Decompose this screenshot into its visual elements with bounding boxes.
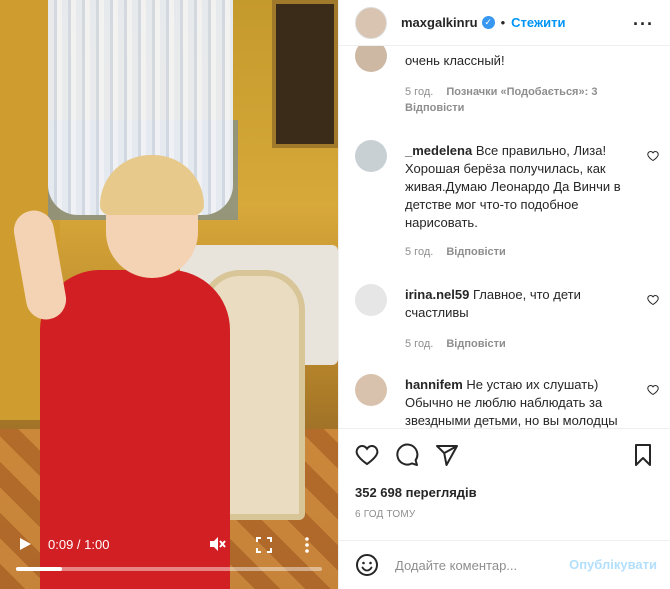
reply-button[interactable]: Відповісти bbox=[446, 246, 505, 258]
fullscreen-icon[interactable] bbox=[256, 537, 272, 553]
commenter-username[interactable]: hannifem bbox=[405, 377, 463, 392]
comments-list[interactable]: очень классный! 5 год. Позначки «Подобає… bbox=[339, 46, 670, 428]
comment-body: очень классный! bbox=[405, 53, 505, 68]
video-progress-fill bbox=[16, 567, 62, 571]
post-timestamp[interactable]: 6 ГОД ТОМУ bbox=[355, 509, 415, 520]
comment-bubble-icon[interactable] bbox=[395, 443, 419, 467]
comment-meta: 5 год. Позначки «Подобається»: 3 Відпові… bbox=[405, 84, 607, 116]
comment-text: irina.nel59 Главное, что дети счастливы bbox=[405, 286, 641, 322]
comment-time: 5 год. bbox=[405, 86, 434, 98]
commenter-avatar[interactable] bbox=[355, 46, 387, 72]
author-username[interactable]: maxgalkinru bbox=[401, 15, 478, 30]
video-player[interactable]: 0:09 / 1:00 bbox=[0, 0, 338, 589]
video-scene-painting bbox=[272, 0, 338, 148]
heart-icon[interactable] bbox=[355, 443, 379, 467]
publish-button[interactable]: Опублікувати bbox=[569, 557, 657, 572]
commenter-avatar[interactable] bbox=[355, 374, 387, 406]
video-controls: 0:09 / 1:00 bbox=[0, 529, 338, 589]
comment-heart-icon[interactable] bbox=[647, 294, 659, 306]
comment-heart-icon[interactable] bbox=[647, 150, 659, 162]
send-arrow-icon[interactable] bbox=[435, 443, 459, 467]
play-icon[interactable] bbox=[18, 537, 32, 551]
video-more-icon[interactable] bbox=[304, 537, 310, 553]
comment-text: _medelena Все правильно, Лиза! Хорошая б… bbox=[405, 142, 641, 232]
commenter-avatar[interactable] bbox=[355, 284, 387, 316]
add-comment-bar: Опублікувати bbox=[339, 540, 670, 589]
comment-input[interactable] bbox=[395, 556, 565, 574]
comment-text: очень классный! bbox=[405, 52, 641, 70]
smiley-icon[interactable] bbox=[355, 553, 379, 577]
follow-button[interactable]: Стежити bbox=[511, 15, 565, 30]
comment-heart-icon[interactable] bbox=[647, 384, 659, 396]
comment-meta: 5 год. Відповісти bbox=[405, 336, 516, 352]
commenter-avatar[interactable] bbox=[355, 140, 387, 172]
comment-time: 5 год. bbox=[405, 338, 434, 350]
reply-button[interactable]: Відповісти bbox=[405, 102, 464, 114]
view-count[interactable]: 352 698 переглядів bbox=[355, 485, 477, 500]
separator-dot: • bbox=[500, 15, 506, 30]
mute-icon[interactable] bbox=[208, 535, 226, 553]
comment-meta: 5 год. Відповісти bbox=[405, 244, 516, 260]
video-time: 0:09 / 1:00 bbox=[48, 537, 110, 552]
post-viewer: 0:09 / 1:00 maxgalkinru ✓ • Стежити ··· … bbox=[0, 0, 670, 589]
post-actions bbox=[339, 428, 670, 480]
verified-badge-icon: ✓ bbox=[481, 16, 495, 29]
reply-button[interactable]: Відповісти bbox=[446, 338, 505, 350]
more-options-icon[interactable]: ··· bbox=[633, 14, 654, 35]
video-progress-bar[interactable] bbox=[16, 567, 322, 571]
author-avatar[interactable] bbox=[355, 6, 387, 39]
commenter-username[interactable]: irina.nel59 bbox=[405, 287, 469, 302]
comment-likes-count[interactable]: Позначки «Подобається»: 3 bbox=[446, 86, 597, 98]
post-header: maxgalkinru ✓ • Стежити ··· bbox=[339, 0, 670, 46]
post-sidebar: maxgalkinru ✓ • Стежити ··· очень классн… bbox=[338, 0, 670, 589]
comment-time: 5 год. bbox=[405, 246, 434, 258]
commenter-username[interactable]: _medelena bbox=[405, 143, 472, 158]
comment-text: hannifem Не устаю их слушать) Обычно не … bbox=[405, 376, 641, 428]
bookmark-icon[interactable] bbox=[631, 443, 655, 467]
